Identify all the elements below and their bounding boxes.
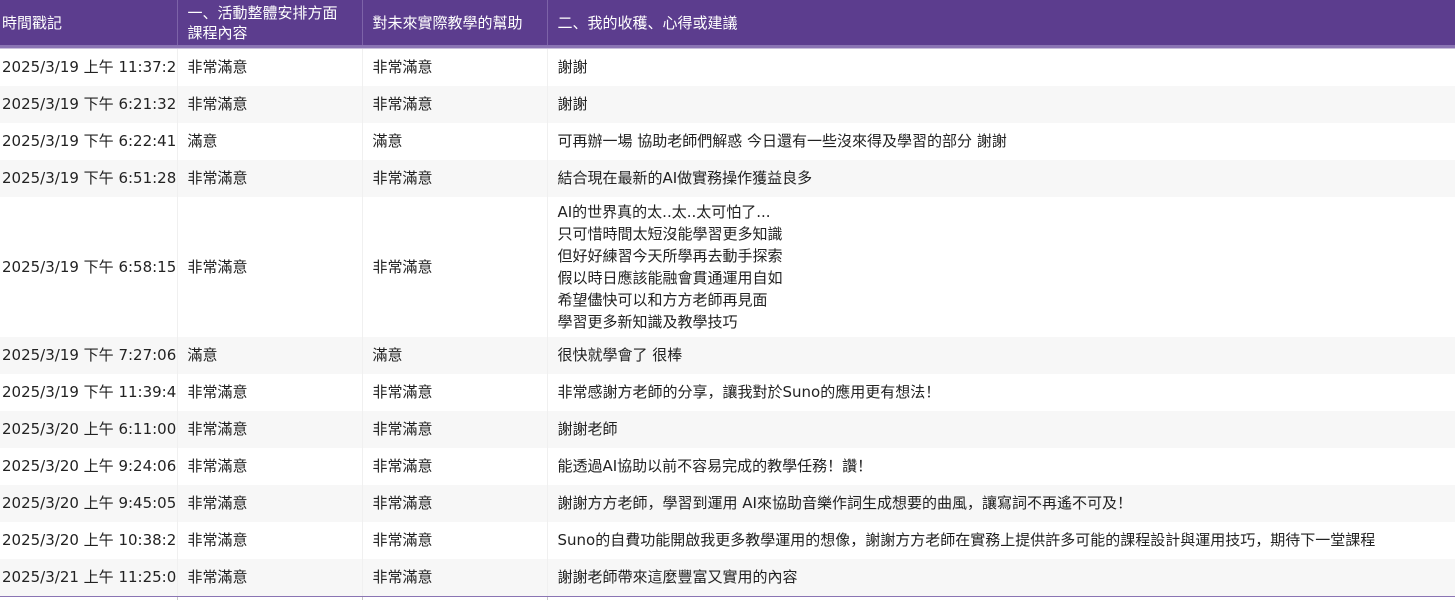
table-row: 2025/3/21 上午 11:25:09 非常滿意 非常滿意 謝謝老師帶來這麼…	[0, 558, 1455, 596]
cell-course-content[interactable]: 非常滿意	[177, 484, 363, 522]
cell-feedback[interactable]: Suno的自費功能開啟我更多教學運用的想像，謝謝方方老師在實務上提供許多可能的課…	[547, 521, 1455, 559]
table-row: 2025/3/19 上午 11:37:21 非常滿意 非常滿意 謝謝	[0, 48, 1455, 86]
table-bottom-border	[0, 596, 1455, 597]
table-row: 2025/3/20 上午 10:38:29 非常滿意 非常滿意 Suno的自費功…	[0, 521, 1455, 559]
header-text-course-content: 一、活動整體安排方面 課程內容	[187, 3, 338, 42]
cell-teaching-help[interactable]: 非常滿意	[362, 410, 548, 448]
table-body: 2025/3/19 上午 11:37:21 非常滿意 非常滿意 謝謝 2025/…	[0, 48, 1455, 596]
cell-timestamp[interactable]: 2025/3/19 下午 11:39:48	[0, 373, 178, 411]
table-header: 時間戳記 一、活動整體安排方面 課程內容 對未來實際教學的幫助 二、我的收穫、心…	[0, 0, 1455, 45]
cell-course-content[interactable]: 非常滿意	[177, 196, 363, 337]
table-row: 2025/3/19 下午 6:51:28 非常滿意 非常滿意 結合現在最新的AI…	[0, 159, 1455, 197]
header-row: 時間戳記 一、活動整體安排方面 課程內容 對未來實際教學的幫助 二、我的收穫、心…	[0, 0, 1455, 45]
cell-timestamp[interactable]: 2025/3/20 上午 9:45:05	[0, 484, 178, 522]
cell-teaching-help[interactable]: 非常滿意	[362, 373, 548, 411]
cell-timestamp[interactable]: 2025/3/19 下午 6:58:15	[0, 196, 178, 337]
cell-teaching-help[interactable]: 非常滿意	[362, 196, 548, 337]
header-cell-feedback[interactable]: 二、我的收穫、心得或建議	[547, 0, 1455, 45]
cell-timestamp[interactable]: 2025/3/19 下午 6:51:28	[0, 159, 178, 197]
cell-teaching-help[interactable]: 滿意	[362, 336, 548, 374]
cell-timestamp[interactable]: 2025/3/20 上午 10:38:29	[0, 521, 178, 559]
cell-timestamp[interactable]: 2025/3/19 下午 6:21:32	[0, 85, 178, 123]
cell-feedback[interactable]: 非常感謝方老師的分享，讓我對於Suno的應用更有想法！	[547, 373, 1455, 411]
cell-feedback[interactable]: 謝謝	[547, 48, 1455, 86]
table-row: 2025/3/19 下午 11:39:48 非常滿意 非常滿意 非常感謝方老師的…	[0, 373, 1455, 411]
header-cell-timestamp[interactable]: 時間戳記	[0, 0, 178, 45]
cell-timestamp[interactable]: 2025/3/20 上午 9:24:06	[0, 447, 178, 485]
cell-feedback[interactable]: 謝謝	[547, 85, 1455, 123]
table-row: 2025/3/19 下午 6:21:32 非常滿意 非常滿意 謝謝	[0, 85, 1455, 123]
cell-course-content[interactable]: 非常滿意	[177, 373, 363, 411]
cell-course-content[interactable]: 滿意	[177, 336, 363, 374]
cell-feedback[interactable]: 謝謝老師	[547, 410, 1455, 448]
header-cell-teaching-help[interactable]: 對未來實際教學的幫助	[362, 0, 548, 45]
table-row: 2025/3/19 下午 7:27:06 滿意 滿意 很快就學會了 很棒	[0, 336, 1455, 374]
cell-timestamp[interactable]: 2025/3/19 上午 11:37:21	[0, 48, 178, 86]
responses-table: 時間戳記 一、活動整體安排方面 課程內容 對未來實際教學的幫助 二、我的收穫、心…	[0, 0, 1455, 596]
cell-timestamp[interactable]: 2025/3/19 下午 7:27:06	[0, 336, 178, 374]
cell-timestamp[interactable]: 2025/3/21 上午 11:25:09	[0, 558, 178, 596]
cell-course-content[interactable]: 非常滿意	[177, 410, 363, 448]
cell-feedback[interactable]: 結合現在最新的AI做實務操作獲益良多	[547, 159, 1455, 197]
cell-course-content[interactable]: 非常滿意	[177, 48, 363, 86]
cell-feedback[interactable]: 很快就學會了 很棒	[547, 336, 1455, 374]
cell-feedback[interactable]: 謝謝老師帶來這麼豐富又實用的內容	[547, 558, 1455, 596]
cell-teaching-help[interactable]: 非常滿意	[362, 521, 548, 559]
cell-teaching-help[interactable]: 非常滿意	[362, 447, 548, 485]
table-row: 2025/3/20 上午 6:11:00 非常滿意 非常滿意 謝謝老師	[0, 410, 1455, 448]
cell-teaching-help[interactable]: 滿意	[362, 122, 548, 160]
cell-feedback[interactable]: 謝謝方方老師，學習到運用 AI來協助音樂作詞生成想要的曲風，讓寫詞不再遙不可及！	[547, 484, 1455, 522]
cell-teaching-help[interactable]: 非常滿意	[362, 159, 548, 197]
table-row: 2025/3/19 下午 6:22:41 滿意 滿意 可再辦一場 協助老師們解惑…	[0, 122, 1455, 160]
spreadsheet-view: 時間戳記 一、活動整體安排方面 課程內容 對未來實際教學的幫助 二、我的收穫、心…	[0, 0, 1455, 600]
table-row: 2025/3/20 上午 9:45:05 非常滿意 非常滿意 謝謝方方老師，學習…	[0, 484, 1455, 522]
cell-timestamp[interactable]: 2025/3/19 下午 6:22:41	[0, 122, 178, 160]
cell-teaching-help[interactable]: 非常滿意	[362, 85, 548, 123]
header-cell-course-content[interactable]: 一、活動整體安排方面 課程內容	[177, 0, 363, 45]
cell-feedback[interactable]: AI的世界真的太..太..太可怕了... 只可惜時間太短沒能學習更多知識 但好好…	[547, 196, 1455, 337]
cell-feedback[interactable]: 能透過AI協助以前不容易完成的教學任務！讚！	[547, 447, 1455, 485]
cell-course-content[interactable]: 非常滿意	[177, 159, 363, 197]
cell-course-content[interactable]: 非常滿意	[177, 447, 363, 485]
cell-course-content[interactable]: 滿意	[177, 122, 363, 160]
table-row: 2025/3/19 下午 6:58:15 非常滿意 非常滿意 AI的世界真的太.…	[0, 196, 1455, 337]
cell-teaching-help[interactable]: 非常滿意	[362, 558, 548, 596]
cell-feedback[interactable]: 可再辦一場 協助老師們解惑 今日還有一些沒來得及學習的部分 謝謝	[547, 122, 1455, 160]
cell-teaching-help[interactable]: 非常滿意	[362, 48, 548, 86]
cell-teaching-help[interactable]: 非常滿意	[362, 484, 548, 522]
cell-course-content[interactable]: 非常滿意	[177, 558, 363, 596]
cell-course-content[interactable]: 非常滿意	[177, 521, 363, 559]
cell-timestamp[interactable]: 2025/3/20 上午 6:11:00	[0, 410, 178, 448]
table-row: 2025/3/20 上午 9:24:06 非常滿意 非常滿意 能透過AI協助以前…	[0, 447, 1455, 485]
cell-course-content[interactable]: 非常滿意	[177, 85, 363, 123]
